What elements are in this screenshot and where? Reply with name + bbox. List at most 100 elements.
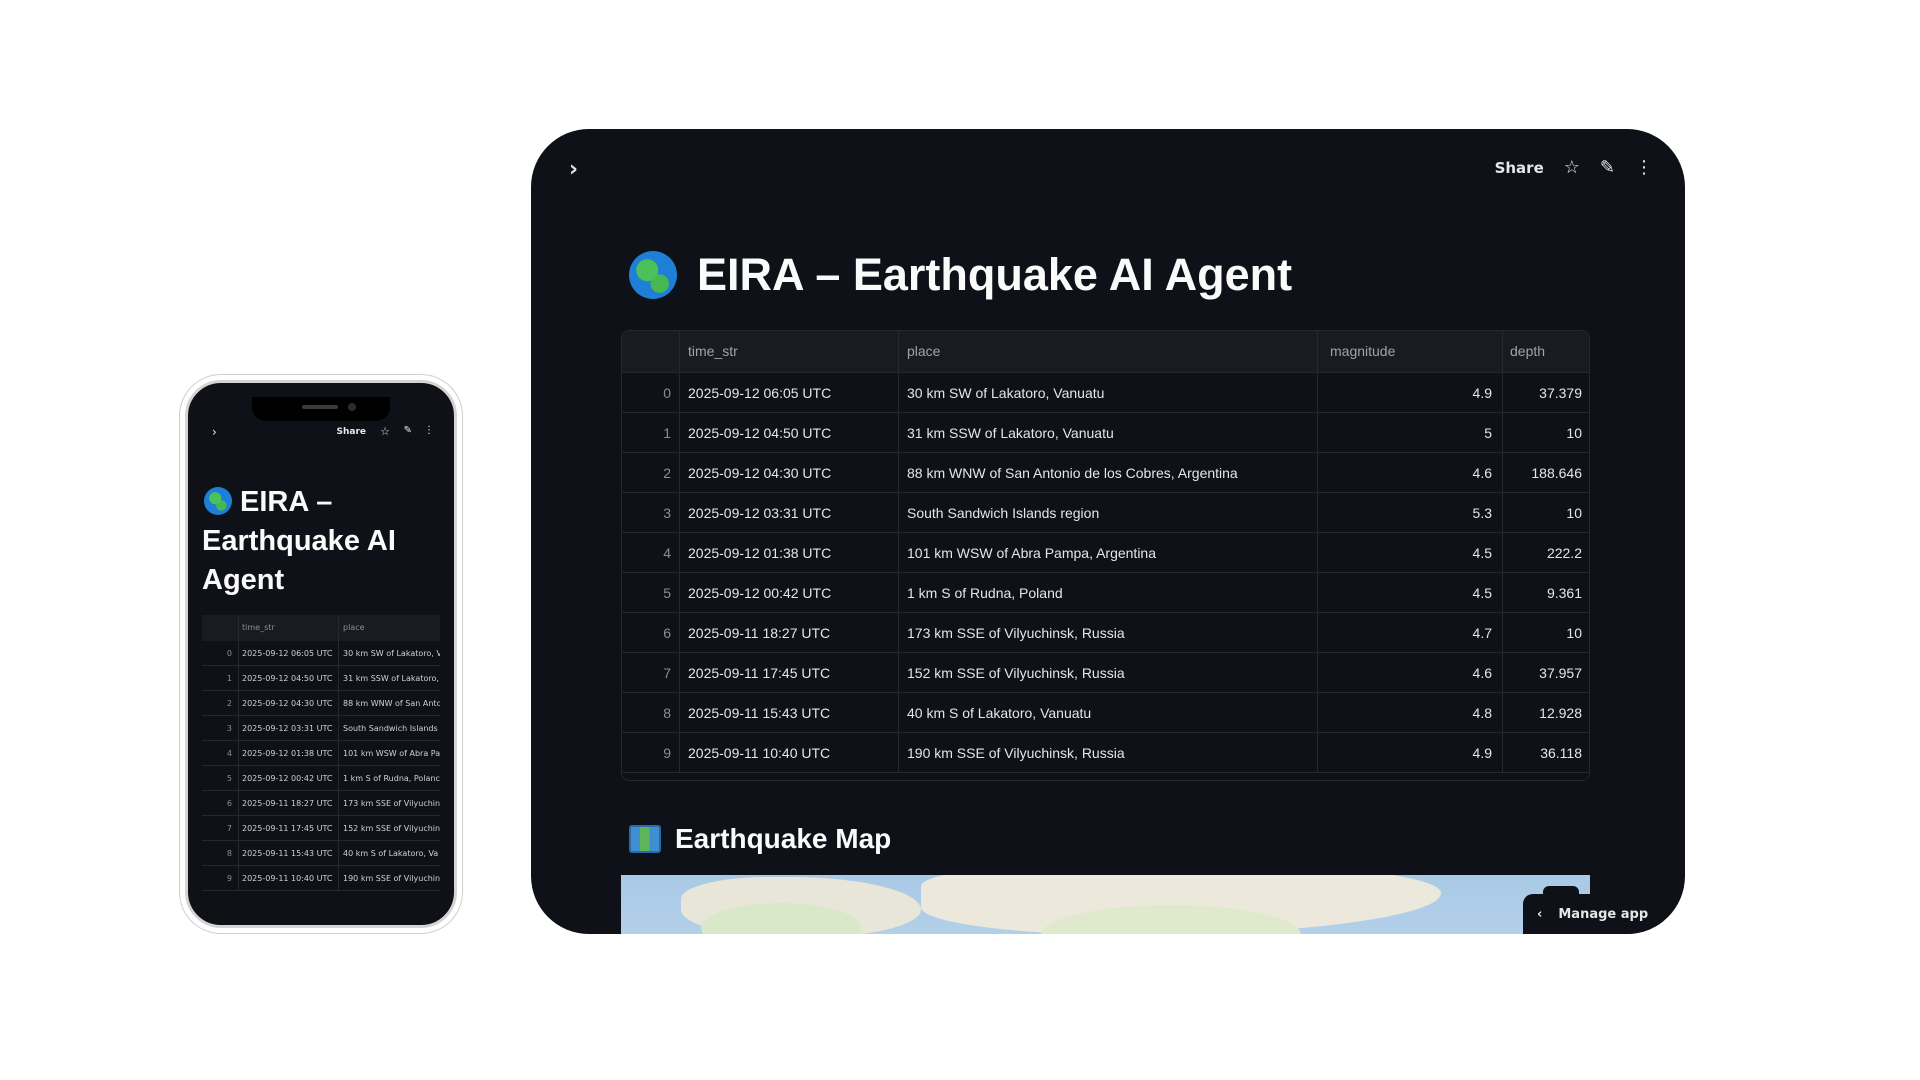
cell-place[interactable]: 88 km WNW of San Antonio de los Cobres, … bbox=[907, 453, 1317, 492]
cell-place[interactable]: 88 km WNW of San Anto bbox=[343, 699, 440, 708]
cell-index[interactable]: 5 bbox=[622, 573, 679, 612]
cell-index[interactable]: 7 bbox=[202, 824, 232, 833]
table-row[interactable]: 5 2025-09-12 00:42 UTC 1 km S of Rudna, Po… bbox=[202, 766, 440, 791]
cell-place[interactable]: South Sandwich Islands region bbox=[907, 493, 1317, 532]
cell-depth[interactable]: 10 bbox=[1502, 493, 1589, 532]
pencil-icon[interactable]: ✎ bbox=[1600, 159, 1615, 177]
cell-place[interactable]: 40 km S of Lakatoro, Vanuatu bbox=[907, 693, 1317, 732]
cell-place[interactable]: 190 km SSE of Vilyuchinsk, Russia bbox=[907, 733, 1317, 772]
cell-time_str[interactable]: 2025-09-11 15:43 UTC bbox=[242, 849, 333, 858]
cell-index[interactable]: 1 bbox=[202, 674, 232, 683]
earthquake-map[interactable] bbox=[621, 875, 1590, 934]
cell-index[interactable]: 9 bbox=[202, 874, 232, 883]
cell-time_str[interactable]: 2025-09-12 04:30 UTC bbox=[688, 453, 898, 492]
table-row[interactable]: 6 2025-09-11 18:27 UTC 173 km SSE of Vilyu… bbox=[622, 612, 1589, 652]
table-row[interactable]: 8 2025-09-11 15:43 UTC 40 km S of Lakatoro… bbox=[202, 841, 440, 866]
cell-index[interactable]: 3 bbox=[202, 724, 232, 733]
cell-time_str[interactable]: 2025-09-11 15:43 UTC bbox=[688, 693, 898, 732]
table-row[interactable]: 6 2025-09-11 18:27 UTC 173 km SSE of Vilyu… bbox=[202, 791, 440, 816]
table-row[interactable]: 8 2025-09-11 15:43 UTC 40 km S of Lakatoro… bbox=[622, 692, 1589, 732]
cell-index[interactable]: 2 bbox=[202, 699, 232, 708]
cell-magnitude[interactable]: 4.7 bbox=[1322, 613, 1502, 652]
cell-index[interactable]: 5 bbox=[202, 774, 232, 783]
table-row[interactable]: 0 2025-09-12 06:05 UTC 30 km SW of Lakator… bbox=[622, 372, 1589, 412]
cell-time_str[interactable]: 2025-09-12 03:31 UTC bbox=[688, 493, 898, 532]
cell-index[interactable]: 4 bbox=[622, 533, 679, 572]
cell-index[interactable]: 8 bbox=[622, 693, 679, 732]
table-row[interactable]: 4 2025-09-12 01:38 UTC 101 km WSW of Abra … bbox=[622, 532, 1589, 572]
cell-place[interactable]: 173 km SSE of Vilyuchin bbox=[343, 799, 440, 808]
cell-time_str[interactable]: 2025-09-11 17:45 UTC bbox=[688, 653, 898, 692]
cell-place[interactable]: 1 km S of Rudna, Polanc bbox=[343, 774, 440, 783]
cell-place[interactable]: South Sandwich Islands bbox=[343, 724, 440, 733]
share-button[interactable]: Share bbox=[1495, 159, 1544, 177]
cell-place[interactable]: 152 km SSE of Vilyuchinsk, Russia bbox=[907, 653, 1317, 692]
more-vertical-icon[interactable]: ⋮ bbox=[424, 425, 434, 436]
phone-share-button[interactable]: Share bbox=[336, 427, 366, 437]
more-vertical-icon[interactable]: ⋮ bbox=[1635, 159, 1653, 177]
cell-time_str[interactable]: 2025-09-11 17:45 UTC bbox=[242, 824, 333, 833]
cell-time_str[interactable]: 2025-09-12 04:50 UTC bbox=[242, 674, 333, 683]
cell-depth[interactable]: 12.928 bbox=[1502, 693, 1589, 732]
cell-magnitude[interactable]: 4.6 bbox=[1322, 453, 1502, 492]
cell-depth[interactable]: 222.2 bbox=[1502, 533, 1589, 572]
cell-index[interactable]: 1 bbox=[622, 413, 679, 452]
table-row[interactable]: 7 2025-09-11 17:45 UTC 152 km SSE of Vilyu… bbox=[202, 816, 440, 841]
table-row[interactable]: 2 2025-09-12 04:30 UTC 88 km WNW of San An… bbox=[622, 452, 1589, 492]
chevron-right-icon[interactable]: › bbox=[212, 425, 217, 439]
cell-magnitude[interactable]: 4.5 bbox=[1322, 533, 1502, 572]
cell-time_str[interactable]: 2025-09-12 00:42 UTC bbox=[688, 573, 898, 612]
cell-place[interactable]: 173 km SSE of Vilyuchinsk, Russia bbox=[907, 613, 1317, 652]
table-row[interactable]: 1 2025-09-12 04:50 UTC 31 km SSW of Lakato… bbox=[622, 412, 1589, 452]
table-row[interactable]: 4 2025-09-12 01:38 UTC 101 km WSW of Abra … bbox=[202, 741, 440, 766]
cell-time_str[interactable]: 2025-09-11 10:40 UTC bbox=[688, 733, 898, 772]
cell-place[interactable]: 101 km WSW of Abra Pa bbox=[343, 749, 440, 758]
cell-place[interactable]: 101 km WSW of Abra Pampa, Argentina bbox=[907, 533, 1317, 572]
table-row[interactable]: 5 2025-09-12 00:42 UTC 1 km S of Rudna, Po… bbox=[622, 572, 1589, 612]
cell-index[interactable]: 9 bbox=[622, 733, 679, 772]
cell-depth[interactable]: 37.957 bbox=[1502, 653, 1589, 692]
cell-magnitude[interactable]: 5 bbox=[1322, 413, 1502, 452]
table-row[interactable]: 7 2025-09-11 17:45 UTC 152 km SSE of Vilyu… bbox=[622, 652, 1589, 692]
cell-place[interactable]: 31 km SSW of Lakatoro, Vanuatu bbox=[907, 413, 1317, 452]
column-header-time_str[interactable]: time_str bbox=[688, 331, 898, 372]
cell-place[interactable]: 40 km S of Lakatoro, Va bbox=[343, 849, 440, 858]
table-row[interactable]: 3 2025-09-12 03:31 UTC South Sandwich Isla… bbox=[202, 716, 440, 741]
cell-depth[interactable]: 9.361 bbox=[1502, 573, 1589, 612]
table-row[interactable]: 9 2025-09-11 10:40 UTC 190 km SSE of Vilyu… bbox=[622, 732, 1589, 772]
cell-time_str[interactable]: 2025-09-12 06:05 UTC bbox=[242, 649, 333, 658]
cell-index[interactable]: 2 bbox=[622, 453, 679, 492]
cell-place[interactable]: 31 km SSW of Lakatoro, bbox=[343, 674, 440, 683]
table-row[interactable]: 0 2025-09-12 06:05 UTC 30 km SW of Lakator… bbox=[202, 641, 440, 666]
cell-index[interactable]: 3 bbox=[622, 493, 679, 532]
cell-depth[interactable]: 36.118 bbox=[1502, 733, 1589, 772]
column-header-magnitude[interactable]: magnitude bbox=[1322, 331, 1502, 372]
phone-data-table[interactable]: time_str place 0 2025-09-12 06:05 UTC 30 k… bbox=[202, 615, 440, 891]
cell-time_str[interactable]: 2025-09-12 00:42 UTC bbox=[242, 774, 333, 783]
cell-place[interactable]: 1 km S of Rudna, Poland bbox=[907, 573, 1317, 612]
star-icon[interactable]: ☆ bbox=[1564, 159, 1580, 177]
column-header-time_str[interactable]: time_str bbox=[242, 623, 275, 632]
cell-time_str[interactable]: 2025-09-11 18:27 UTC bbox=[688, 613, 898, 652]
cell-place[interactable]: 152 km SSE of Vilyuchin bbox=[343, 824, 440, 833]
cell-index[interactable]: 7 bbox=[622, 653, 679, 692]
column-header-place[interactable]: place bbox=[343, 623, 440, 632]
cell-index[interactable]: 0 bbox=[622, 373, 679, 412]
cell-magnitude[interactable]: 4.6 bbox=[1322, 653, 1502, 692]
table-row[interactable]: 2 2025-09-12 04:30 UTC 88 km WNW of San An… bbox=[202, 691, 440, 716]
cell-time_str[interactable]: 2025-09-12 01:38 UTC bbox=[688, 533, 898, 572]
column-header-depth[interactable]: depth bbox=[1502, 331, 1589, 372]
cell-time_str[interactable]: 2025-09-11 18:27 UTC bbox=[242, 799, 333, 808]
cell-magnitude[interactable]: 4.9 bbox=[1322, 373, 1502, 412]
cell-magnitude[interactable]: 4.9 bbox=[1322, 733, 1502, 772]
cell-depth[interactable]: 10 bbox=[1502, 613, 1589, 652]
cell-time_str[interactable]: 2025-09-11 10:40 UTC bbox=[242, 874, 333, 883]
earthquake-data-table[interactable]: time_str place magnitude depth 0 2025-09-… bbox=[621, 330, 1590, 781]
pencil-icon[interactable]: ✎ bbox=[404, 425, 412, 436]
cell-magnitude[interactable]: 4.5 bbox=[1322, 573, 1502, 612]
cell-depth[interactable]: 37.379 bbox=[1502, 373, 1589, 412]
cell-place[interactable]: 30 km SW of Lakatoro, V bbox=[343, 649, 440, 658]
table-row[interactable]: 9 2025-09-11 10:40 UTC 190 km SSE of Vilyu… bbox=[202, 866, 440, 891]
star-icon[interactable]: ☆ bbox=[380, 425, 390, 438]
cell-time_str[interactable]: 2025-09-12 03:31 UTC bbox=[242, 724, 333, 733]
